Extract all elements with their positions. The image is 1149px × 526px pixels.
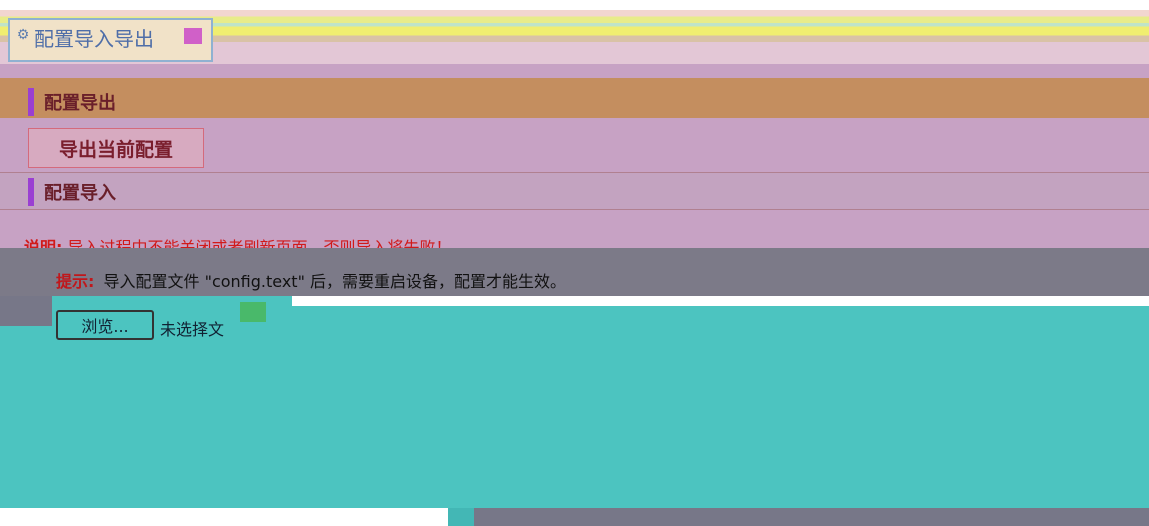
section-accent (28, 178, 34, 206)
export-config-button[interactable]: 导出当前配置 (28, 128, 204, 168)
browse-button[interactable]: 浏览... (56, 310, 154, 340)
section-accent (28, 88, 34, 116)
upload-edge (0, 296, 52, 326)
bottom-marker (448, 508, 474, 526)
export-strip (0, 78, 1149, 118)
glitch-block (240, 302, 266, 322)
settings-icon: ⚙ (16, 27, 30, 43)
tip-text: 导入配置文件 "config.text" 后，需要重启设备，配置才能生效。 (103, 272, 567, 291)
import-tip: 提示: 导入配置文件 "config.text" 后，需要重启设备，配置才能生效… (56, 268, 566, 292)
import-section-title: 配置导入 (44, 183, 116, 204)
export-section-header: 配置导出 (28, 88, 116, 116)
page-title: 配置导入导出 (34, 27, 154, 51)
tip-label: 提示: (56, 272, 95, 291)
export-section-title: 配置导出 (44, 93, 116, 114)
file-status: 未选择文 (160, 320, 225, 339)
import-strip (0, 172, 1149, 210)
title-decoration (184, 28, 202, 44)
import-section-header: 配置导入 (28, 178, 116, 206)
bottom-bar-left (0, 508, 448, 526)
